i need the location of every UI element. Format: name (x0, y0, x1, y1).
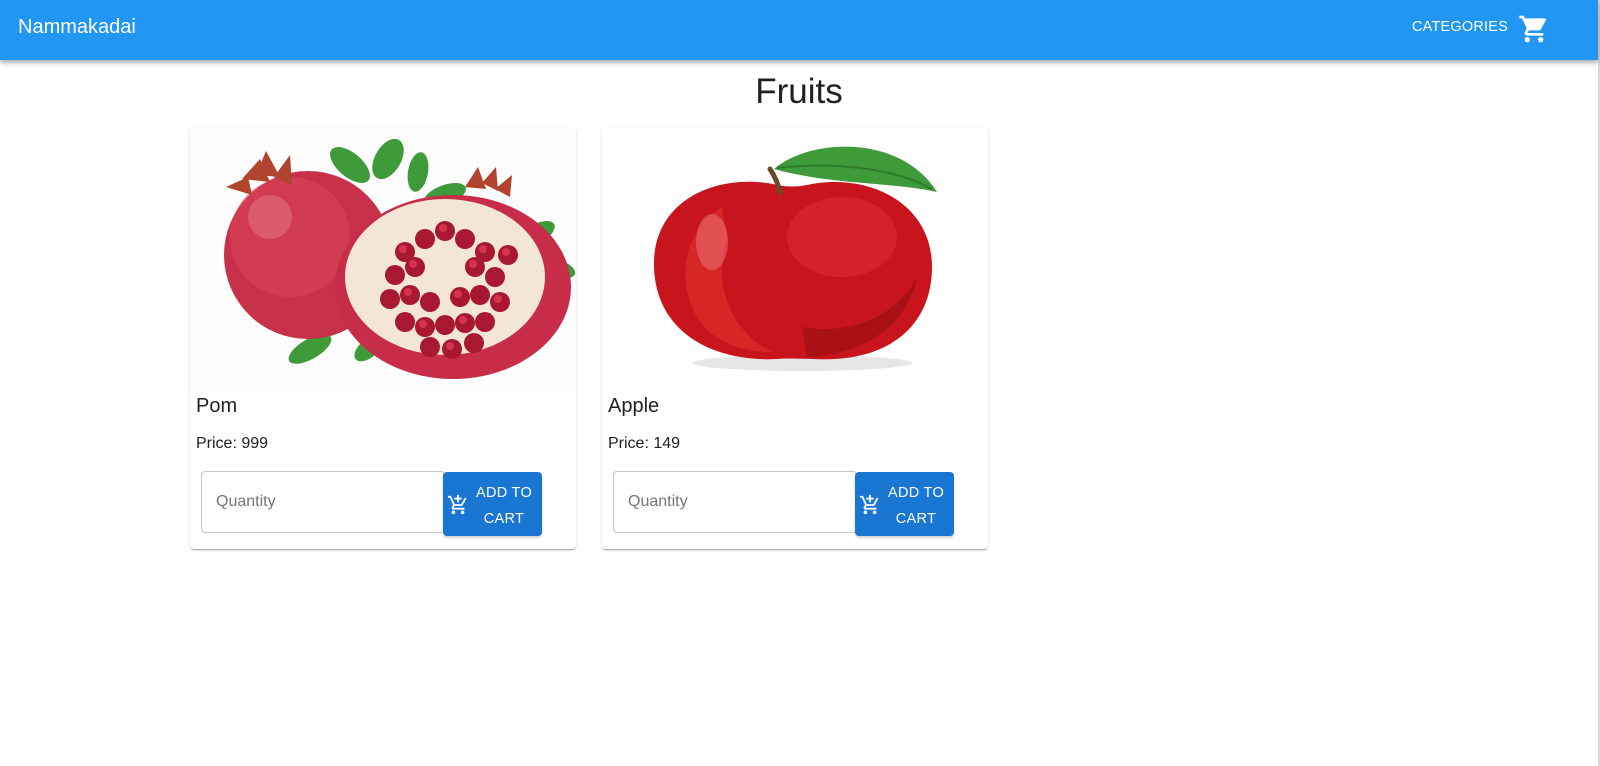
categories-button[interactable]: CATEGORIES (1412, 17, 1508, 37)
quantity-input[interactable] (614, 472, 854, 532)
quantity-field[interactable] (201, 471, 445, 533)
page-title: Fruits (755, 72, 843, 111)
cart-button[interactable] (1518, 13, 1550, 45)
add-shopping-cart-icon (447, 494, 467, 515)
product-price: Price: 149 (608, 435, 681, 452)
apple-image (602, 127, 988, 389)
add-to-cart-button[interactable]: ADD TO CART (443, 472, 542, 536)
product-name: Apple (608, 395, 660, 417)
add-to-cart-button[interactable]: ADD TO CART (855, 472, 954, 536)
quantity-field[interactable] (613, 471, 857, 533)
pomegranate-image (190, 127, 576, 389)
product-name: Pom (196, 395, 238, 417)
brand-title[interactable]: Nammakadai (18, 14, 136, 40)
quantity-input[interactable] (202, 472, 442, 532)
add-shopping-cart-icon (859, 494, 879, 515)
product-card: Apple Price: 149 ADD TO CART (602, 127, 988, 549)
product-price: Price: 999 (196, 435, 269, 452)
product-card: Pom Price: 999 ADD TO CART (190, 127, 576, 549)
shopping-cart-icon (1519, 15, 1547, 43)
add-to-cart-label: ADD TO CART (475, 485, 533, 527)
app-bar: Nammakadai CATEGORIES (0, 0, 1598, 60)
add-to-cart-label: ADD TO CART (887, 485, 945, 527)
